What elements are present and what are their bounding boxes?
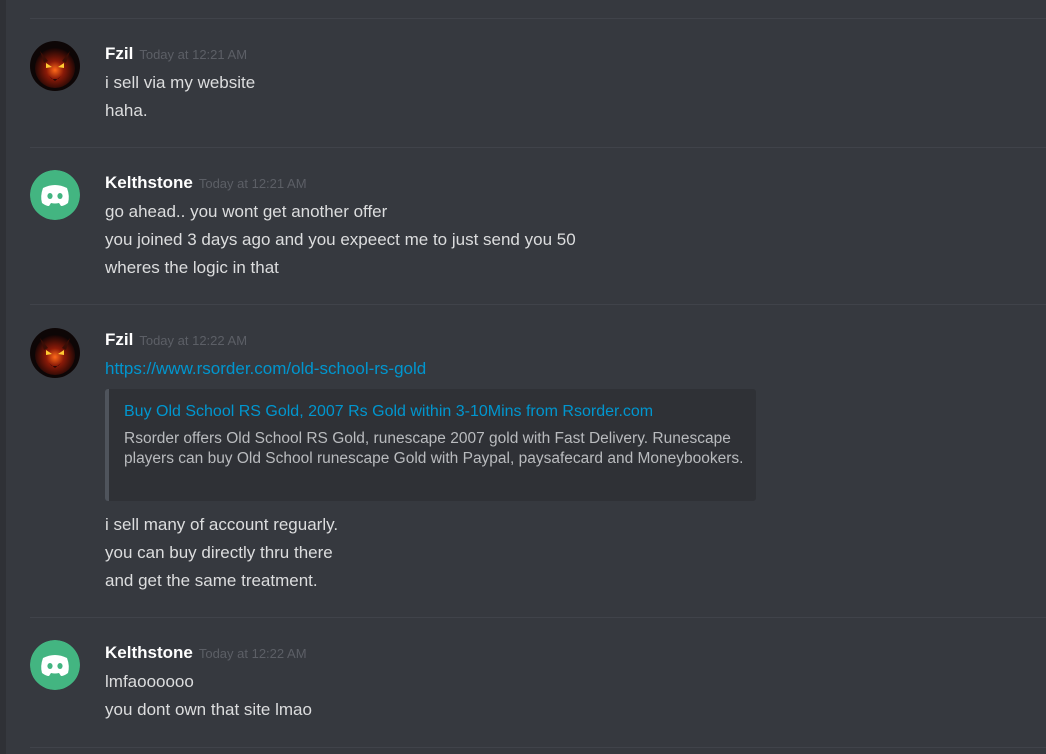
avatar[interactable]	[30, 170, 80, 220]
message-text: and get the same treatment.	[105, 571, 318, 590]
avatar[interactable]	[30, 41, 80, 91]
timestamp: Today at 12:21 AM	[198, 176, 307, 191]
username[interactable]: Fzil	[105, 330, 133, 349]
message-divider	[30, 18, 1046, 19]
message-header: Fzil Today at 12:21 AM	[105, 44, 247, 64]
message-text: haha.	[105, 101, 148, 120]
link-embed: Buy Old School RS Gold, 2007 Rs Gold wit…	[105, 389, 756, 501]
demon-avatar-icon	[30, 41, 80, 91]
message-divider	[30, 147, 1046, 148]
demon-avatar-icon	[30, 328, 80, 378]
username[interactable]: Fzil	[105, 44, 133, 63]
message-text: you can buy directly thru there	[105, 543, 333, 562]
message-divider	[30, 747, 1046, 748]
embed-description: Rsorder offers Old School RS Gold, runes…	[124, 430, 744, 467]
embed-title-link[interactable]: Buy Old School RS Gold, 2007 Rs Gold wit…	[124, 403, 653, 421]
url-link[interactable]: https://www.rsorder.com/old-school-rs-go…	[105, 359, 426, 378]
message-text: i sell many of account reguarly.	[105, 515, 339, 534]
discord-logo-icon	[30, 640, 80, 690]
message-header: Fzil Today at 12:22 AM	[105, 330, 247, 350]
message-link: https://www.rsorder.com/old-school-rs-go…	[105, 359, 426, 379]
discord-logo-icon	[30, 170, 80, 220]
timestamp: Today at 12:22 AM	[139, 333, 248, 348]
message-text: go ahead.. you wont get another offer	[105, 202, 388, 221]
timestamp: Today at 12:22 AM	[198, 646, 307, 661]
message-header: Kelthstone Today at 12:22 AM	[105, 643, 307, 663]
username[interactable]: Kelthstone	[105, 173, 193, 192]
message-divider	[30, 304, 1046, 305]
timestamp: Today at 12:21 AM	[139, 47, 248, 62]
message-text: wheres the logic in that	[105, 258, 279, 277]
message-text: lmfaoooooo	[105, 672, 194, 691]
message-text: you joined 3 days ago and you expeect me…	[105, 230, 576, 249]
message-text: you dont own that site lmao	[105, 700, 312, 719]
message-divider	[30, 617, 1046, 618]
avatar[interactable]	[30, 640, 80, 690]
avatar[interactable]	[30, 328, 80, 378]
left-edge	[0, 0, 6, 754]
message-text: i sell via my website	[105, 73, 256, 92]
message-header: Kelthstone Today at 12:21 AM	[105, 173, 307, 193]
username[interactable]: Kelthstone	[105, 643, 193, 662]
